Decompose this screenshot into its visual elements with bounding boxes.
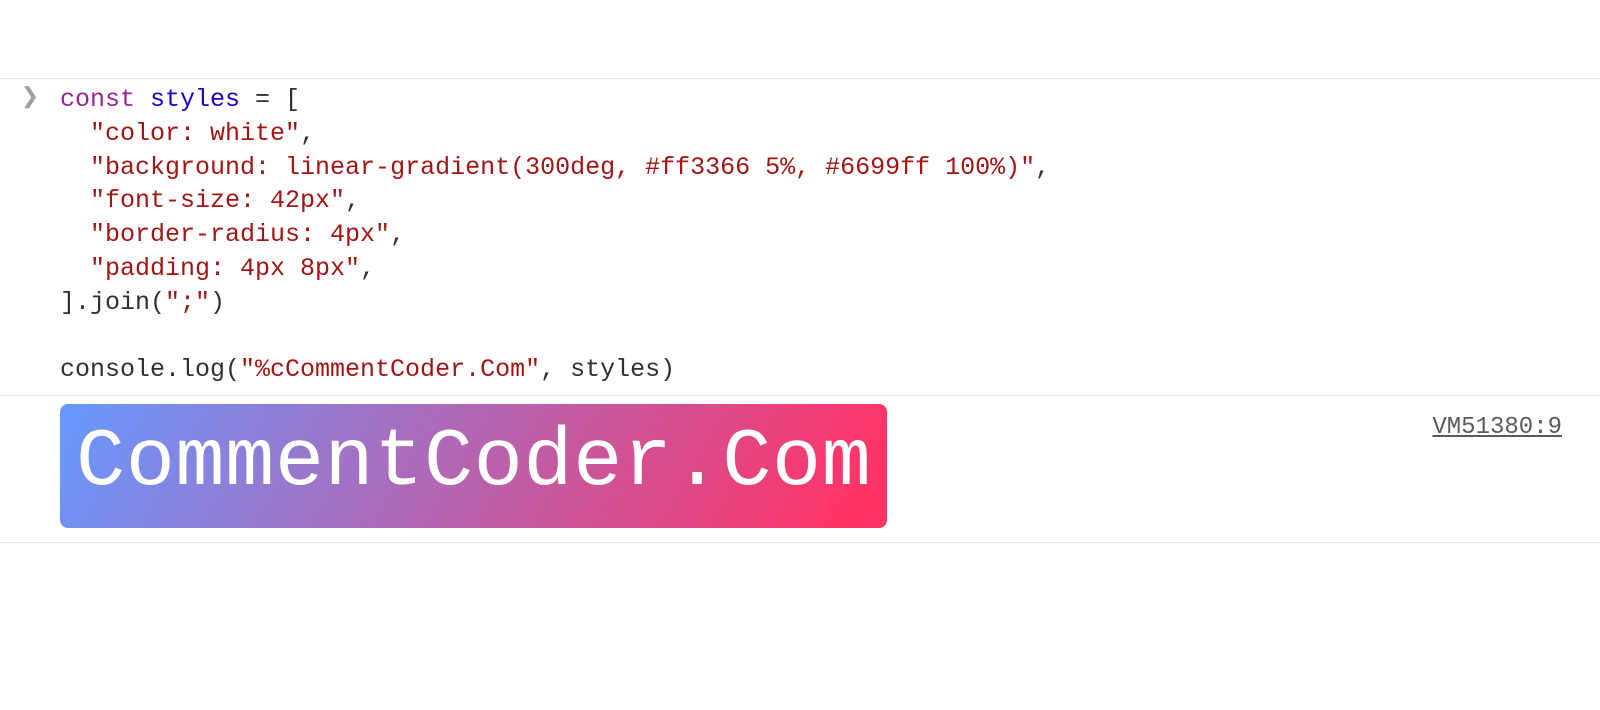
code-token: ].join( [60, 288, 165, 317]
code-token: , styles) [540, 355, 675, 384]
code-block[interactable]: const styles = [ "color: white", "backgr… [60, 83, 1580, 387]
code-token: ";" [165, 288, 210, 317]
chevron-right-icon: ❯ [21, 87, 39, 109]
code-token [60, 220, 90, 249]
console-input-row[interactable]: ❯ const styles = [ "color: white", "back… [0, 78, 1600, 396]
code-token: , [300, 119, 315, 148]
output-gutter [0, 396, 60, 402]
code-token [60, 153, 90, 182]
code-token [60, 119, 90, 148]
code-token: ) [210, 288, 225, 317]
code-token: , [360, 254, 375, 283]
code-token: styles [150, 85, 240, 114]
code-token: , [345, 186, 360, 215]
console-output-row: CommentCoder.Com VM51380:9 [0, 396, 1600, 544]
console-output-content: CommentCoder.Com [60, 396, 1600, 543]
code-token: "color: white" [90, 119, 300, 148]
code-token: "%cCommentCoder.Com" [240, 355, 540, 384]
code-token [60, 254, 90, 283]
code-token: , [390, 220, 405, 249]
code-token: = [ [240, 85, 300, 114]
input-gutter: ❯ [0, 79, 60, 109]
code-token [60, 186, 90, 215]
code-token: "font-size: 42px" [90, 186, 345, 215]
devtools-console: ❯ const styles = [ "color: white", "back… [0, 78, 1600, 543]
code-token: "padding: 4px 8px" [90, 254, 360, 283]
code-token [135, 85, 150, 114]
console-input-content[interactable]: const styles = [ "color: white", "backgr… [60, 79, 1600, 395]
code-token: , [1035, 153, 1050, 182]
source-link[interactable]: VM51380:9 [1432, 414, 1562, 441]
code-token: "background: linear-gradient(300deg, #ff… [90, 153, 1035, 182]
styled-log-text: CommentCoder.Com [60, 404, 887, 529]
code-token: const [60, 85, 135, 114]
code-token: console.log( [60, 355, 240, 384]
code-token: "border-radius: 4px" [90, 220, 390, 249]
